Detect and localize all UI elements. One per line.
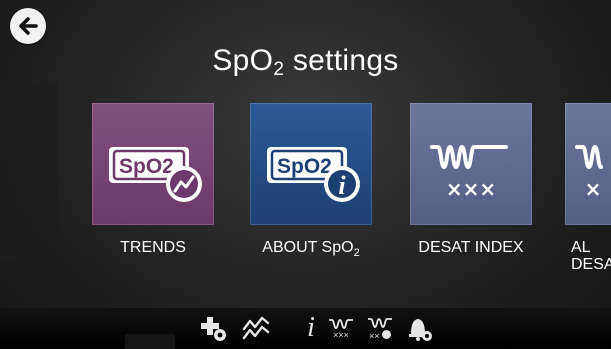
info-glyph: i (307, 312, 315, 343)
alarm-label-line2: DESA (571, 256, 611, 273)
back-button[interactable] (10, 8, 46, 44)
spo2-settings-screen: SpO2 settings SpO2 TRENDS SpO2 i ABOUT S… (0, 0, 611, 349)
back-arrow-icon (19, 17, 38, 35)
about-label-text: ABOUT SpO (262, 239, 354, 256)
spo2-trends-icon: SpO2 (92, 103, 214, 225)
desat-index-icon: ××× (410, 103, 532, 225)
alarm-desat-icon: × (565, 103, 611, 225)
desat-info-icon[interactable]: ×× (364, 313, 396, 343)
toolbar-desat-info-marks: ×× (368, 330, 380, 341)
tile-badge-text: SpO2 (119, 155, 174, 178)
settings-tiles: SpO2 TRENDS SpO2 i ABOUT SpO2 ××× DESAT … (0, 103, 611, 278)
alarm-settings-icon[interactable] (403, 313, 435, 343)
title-subscript: 2 (273, 59, 285, 80)
desat-tile-graphic: ××× (430, 145, 508, 201)
tile-badge-text: SpO2 (277, 155, 332, 178)
tile-alarm-desat-label: AL DESA (565, 239, 611, 273)
tile-about-spo2[interactable]: SpO2 i ABOUT SpO2 (246, 103, 376, 262)
tile-desat-index[interactable]: ××× DESAT INDEX (406, 103, 536, 256)
alarm-desat-marks: × (585, 177, 602, 201)
toolbar-shade (125, 334, 175, 349)
desat-marks: ××× (446, 177, 496, 201)
title-text: SpO (212, 44, 274, 77)
info-icon[interactable]: i (300, 312, 322, 343)
toolbar-desat-info-row: ×× (368, 329, 392, 341)
alarm-desat-tile-graphic: × (575, 144, 603, 201)
trends-tile-graphic: SpO2 (109, 147, 202, 202)
toolbar-desat-marks: ××× (333, 329, 349, 340)
spo2-info-icon: SpO2 i (250, 103, 372, 225)
tile-desat-index-label: DESAT INDEX (418, 239, 524, 256)
about-label-subscript: 2 (353, 247, 360, 260)
svg-text:i: i (338, 171, 346, 200)
desat-index-toolbar-icon[interactable]: ××× (326, 313, 356, 343)
tile-trends[interactable]: SpO2 TRENDS (88, 103, 218, 256)
tile-about-label: ABOUT SpO2 (246, 239, 376, 262)
title-text-rest: settings (284, 44, 399, 77)
about-tile-graphic: SpO2 i (267, 147, 360, 202)
page-title: SpO2 settings (0, 44, 611, 80)
tile-alarm-desat[interactable]: × AL DESA (565, 103, 611, 273)
tile-trends-label: TRENDS (120, 239, 186, 256)
trends-icon[interactable] (240, 313, 272, 343)
add-settings-icon[interactable] (198, 313, 230, 343)
alarm-label-line1: AL (571, 239, 591, 256)
